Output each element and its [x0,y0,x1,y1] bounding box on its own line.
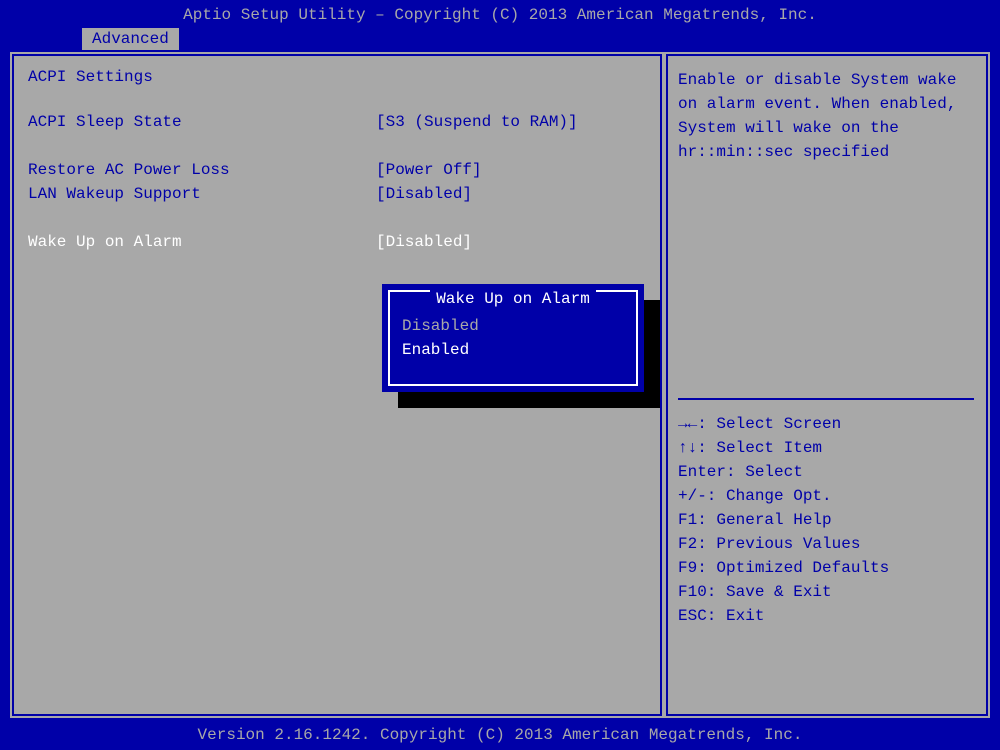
setting-label: Restore AC Power Loss [28,158,376,182]
key-symbol: →←: [678,412,716,436]
popup-inner: Wake Up on Alarm Disabled Enabled [388,290,638,386]
popup-title: Wake Up on Alarm [430,290,596,308]
help-line: Enable or disable System wake [678,68,976,92]
key-enter: Enter: Select [678,460,976,484]
setting-value: [Power Off] [376,158,482,182]
setting-value: [Disabled] [376,182,472,206]
key-select-item: ↑↓: Select Item [678,436,976,460]
help-line: hr::min::sec specified [678,140,976,164]
key-symbol: F10: [678,580,726,604]
setting-wake-up-on-alarm[interactable]: Wake Up on Alarm [Disabled] [28,230,646,254]
main-area: ACPI Settings ACPI Sleep State [S3 (Susp… [10,52,990,718]
footer-text: Version 2.16.1242. Copyright (C) 2013 Am… [198,726,803,744]
tab-advanced[interactable]: Advanced [82,28,179,50]
key-f1: F1: General Help [678,508,976,532]
key-change-opt: +/-: Change Opt. [678,484,976,508]
key-label: Exit [726,604,764,628]
title-bar: Aptio Setup Utility – Copyright (C) 2013… [0,0,1000,28]
help-divider [678,398,974,400]
key-f10: F10: Save & Exit [678,580,976,604]
popup-option-enabled[interactable]: Enabled [398,338,628,362]
key-select-screen: →←: Select Screen [678,412,976,436]
spacer [28,134,646,158]
setting-lan-wakeup-support[interactable]: LAN Wakeup Support [Disabled] [28,182,646,206]
spacer [28,206,646,230]
tab-row: Advanced [0,28,1000,52]
setting-label: Wake Up on Alarm [28,230,376,254]
key-symbol: F9: [678,556,716,580]
key-symbol: F1: [678,508,716,532]
key-f2: F2: Previous Values [678,532,976,556]
key-symbol: ↑↓: [678,436,716,460]
section-title: ACPI Settings [28,68,646,86]
tab-label: Advanced [92,30,169,48]
key-label: Select Item [716,436,822,460]
popup-options: Disabled Enabled [398,314,628,362]
key-label: Optimized Defaults [716,556,889,580]
key-label: General Help [716,508,831,532]
key-label: Previous Values [716,532,860,556]
app-title: Aptio Setup Utility – Copyright (C) 2013… [183,6,817,24]
help-panel: Enable or disable System wake on alarm e… [664,52,990,718]
help-line: on alarm event. When enabled, [678,92,976,116]
setting-value: [S3 (Suspend to RAM)] [376,110,578,134]
key-label: Select Screen [716,412,841,436]
key-esc: ESC: Exit [678,604,976,628]
key-symbol: ESC: [678,604,726,628]
key-symbol: +/-: [678,484,726,508]
key-f9: F9: Optimized Defaults [678,556,976,580]
settings-panel: ACPI Settings ACPI Sleep State [S3 (Susp… [10,52,664,718]
key-label: Change Opt. [726,484,832,508]
option-label: Enabled [402,341,469,359]
setting-label: ACPI Sleep State [28,110,376,134]
setting-value: [Disabled] [376,230,472,254]
key-hints: →←: Select Screen ↑↓: Select Item Enter:… [678,412,976,628]
popup-title-wrap: Wake Up on Alarm [390,290,636,308]
footer-bar: Version 2.16.1242. Copyright (C) 2013 Am… [0,722,1000,750]
help-text: Enable or disable System wake on alarm e… [678,68,976,164]
popup-option-disabled[interactable]: Disabled [398,314,628,338]
key-symbol: F2: [678,532,716,556]
option-popup: Wake Up on Alarm Disabled Enabled [382,284,644,392]
option-label: Disabled [402,317,479,335]
help-spacer [678,164,976,382]
key-label: Save & Exit [726,580,832,604]
setting-acpi-sleep-state[interactable]: ACPI Sleep State [S3 (Suspend to RAM)] [28,110,646,134]
setting-restore-ac-power-loss[interactable]: Restore AC Power Loss [Power Off] [28,158,646,182]
help-line: System will wake on the [678,116,976,140]
key-symbol: Enter: [678,460,745,484]
bios-screen: Aptio Setup Utility – Copyright (C) 2013… [0,0,1000,750]
setting-label: LAN Wakeup Support [28,182,376,206]
key-label: Select [745,460,803,484]
